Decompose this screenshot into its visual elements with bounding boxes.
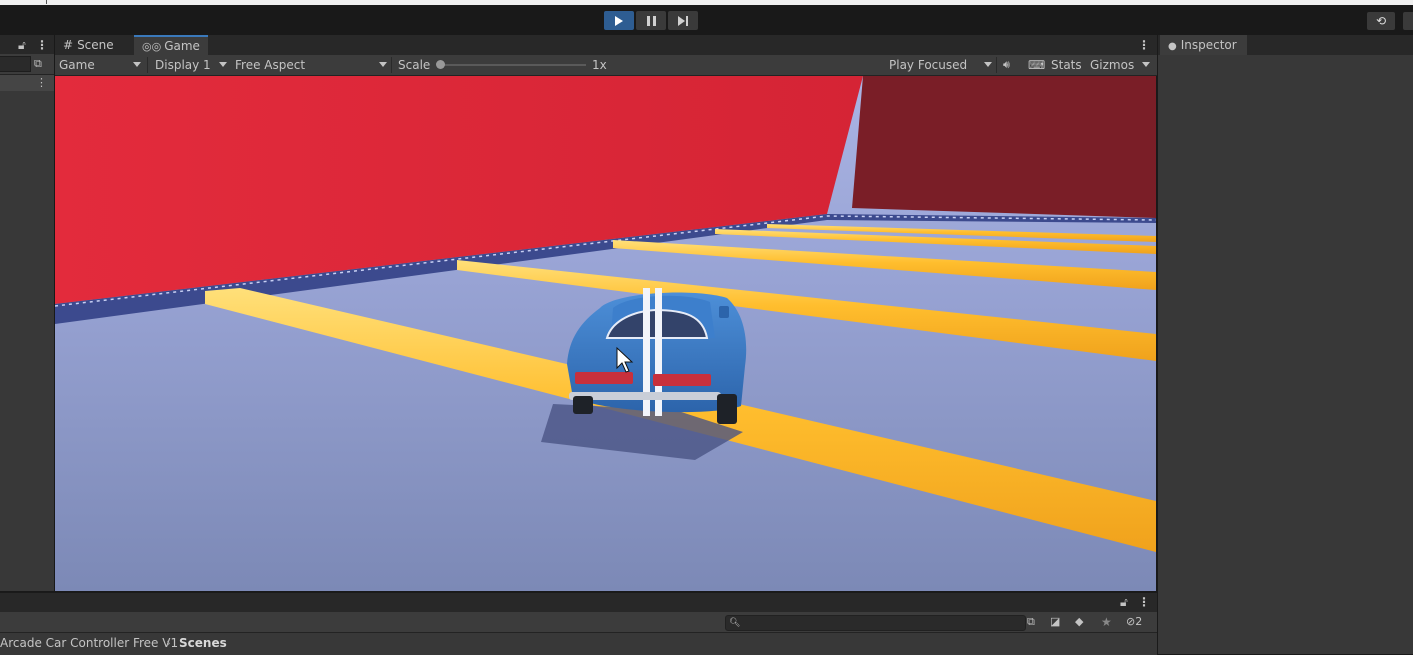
car-mirror xyxy=(719,306,729,318)
view-tab-bar: # Scene ◎◎ Game ⋮ xyxy=(55,35,1157,55)
inspector-panel: ● Inspector xyxy=(1157,35,1413,654)
step-button[interactable] xyxy=(668,11,698,30)
tab-scene[interactable]: # Scene xyxy=(55,35,122,55)
car-wheel-left xyxy=(573,396,593,414)
aspect-dropdown[interactable]: Free Aspect xyxy=(235,55,305,75)
chevron-down-icon xyxy=(219,62,227,67)
kebab-menu-icon[interactable]: ⋮ xyxy=(36,35,48,55)
hidden-packages-button[interactable]: ⊘2 xyxy=(1126,612,1142,632)
game-kebab-menu-icon[interactable]: ⋮ xyxy=(1138,35,1150,55)
main-toolbar: ⟲ xyxy=(0,5,1413,35)
lock-icon[interactable]: 🔓︎ xyxy=(18,35,26,55)
gizmos-button[interactable]: Gizmos xyxy=(1090,55,1134,75)
tab-inspector-label: Inspector xyxy=(1180,38,1237,52)
chevron-down-icon xyxy=(133,62,141,67)
breadcrumb-item-root[interactable]: Arcade Car Controller Free V1 xyxy=(0,633,178,655)
aspect-label: Free Aspect xyxy=(235,58,306,72)
game-viewport[interactable] xyxy=(55,76,1156,591)
car-wheel-right xyxy=(717,394,737,424)
scale-value: 1x xyxy=(592,58,607,72)
audio-mute-icon[interactable]: 🔊︎ xyxy=(1003,55,1010,75)
tab-game[interactable]: ◎◎ Game xyxy=(134,35,208,55)
strip-tick xyxy=(46,0,47,4)
display-dropdown[interactable]: Display 1 xyxy=(155,55,211,75)
stats-button[interactable]: Stats xyxy=(1051,55,1082,75)
game-toolbar: Game Display 1 Free Aspect Scale 1x Play… xyxy=(55,55,1157,76)
project-toolbar: 🔍︎ ⧉ ◪ ◆ ★ ⊘2 xyxy=(0,612,1157,632)
project-header: 🔓︎ ⋮ xyxy=(0,592,1157,613)
hidden-count: 2 xyxy=(1135,615,1143,628)
keyboard-icon[interactable]: ⌨ xyxy=(1028,55,1045,75)
hash-grid-icon: # xyxy=(63,38,74,52)
hierarchy-header: 🔓︎ ⋮ xyxy=(0,35,54,54)
gizmos-chevron-down-icon[interactable] xyxy=(1142,62,1150,67)
info-icon: ● xyxy=(1168,41,1177,52)
filter-type-icon[interactable]: ◪ xyxy=(1050,612,1060,632)
project-search-input[interactable]: 🔍︎ xyxy=(725,615,1026,631)
scale-slider-handle[interactable] xyxy=(436,60,445,69)
cloud-button[interactable] xyxy=(1403,12,1413,30)
divider xyxy=(996,57,997,73)
display-label: Display 1 xyxy=(155,58,211,72)
gamepad-icon: ◎◎ xyxy=(142,40,162,53)
breadcrumb: Arcade Car Controller Free V1 › Scenes xyxy=(0,632,1157,655)
row-menu-icon[interactable]: ⋮ xyxy=(36,73,47,93)
breadcrumb-separator-icon: › xyxy=(166,636,171,650)
game-render xyxy=(55,76,1156,591)
inspector-header: ● Inspector xyxy=(1158,35,1413,55)
hierarchy-search-input[interactable] xyxy=(0,56,31,72)
tab-inspector[interactable]: ● Inspector xyxy=(1160,35,1247,55)
project-lock-icon[interactable]: 🔓︎ xyxy=(1120,592,1128,612)
history-icon: ⟲ xyxy=(1375,14,1387,28)
car-taillight-right xyxy=(653,374,711,386)
step-icon xyxy=(678,15,688,26)
search-icon: 🔍︎ xyxy=(729,618,741,628)
search-filter-icon[interactable]: ⧉ xyxy=(34,54,42,74)
pause-icon xyxy=(646,15,656,26)
pause-button[interactable] xyxy=(636,11,666,30)
eye-slash-icon: ⊘ xyxy=(1126,615,1136,628)
hierarchy-toolbar: ⧉ xyxy=(0,54,54,75)
history-button[interactable]: ⟲ xyxy=(1367,12,1395,30)
divider xyxy=(147,57,148,73)
play-button[interactable] xyxy=(604,11,634,30)
label-tag-icon[interactable]: ◆ xyxy=(1075,612,1083,632)
scale-slider-track[interactable] xyxy=(441,64,586,66)
play-focus-dropdown[interactable]: Play Focused xyxy=(889,55,967,75)
red-wall-right xyxy=(852,76,1156,218)
project-kebab-menu-icon[interactable]: ⋮ xyxy=(1138,592,1150,612)
chevron-down-icon xyxy=(984,62,992,67)
favorite-star-icon[interactable]: ★ xyxy=(1101,612,1112,632)
search-by-type-icon[interactable]: ⧉ xyxy=(1027,612,1035,632)
hierarchy-row[interactable]: ⋮ xyxy=(0,75,54,91)
divider xyxy=(391,57,392,73)
scale-label: Scale xyxy=(398,58,431,72)
tab-scene-label: Scene xyxy=(77,38,114,52)
chevron-down-icon xyxy=(379,62,387,67)
play-icon xyxy=(615,15,623,26)
play-focus-label: Play Focused xyxy=(889,58,968,72)
car-taillight-left xyxy=(575,372,633,384)
breadcrumb-item-current[interactable]: Scenes xyxy=(179,633,227,655)
game-mode-label: Game xyxy=(59,58,95,72)
hierarchy-panel: 🔓︎ ⋮ ⧉ ⋮ xyxy=(0,35,54,591)
tab-game-label: Game xyxy=(164,39,200,53)
